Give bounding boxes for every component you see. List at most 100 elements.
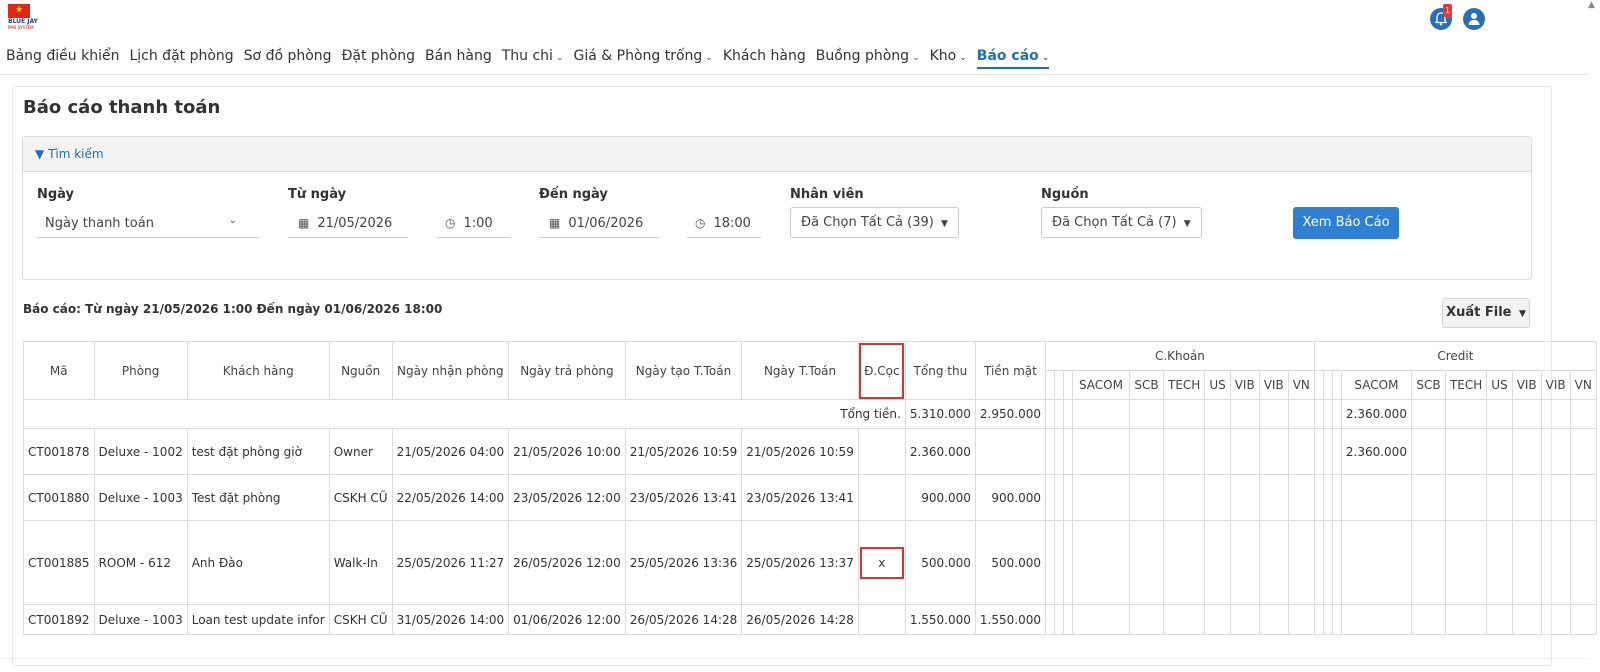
from-date-value: 21/05/2026 xyxy=(317,216,393,231)
cell-room: Deluxe - 1003 xyxy=(93,474,188,521)
from-date-label: Từ ngày xyxy=(288,187,347,202)
bank-column-header[interactable]: TECH xyxy=(1162,370,1206,400)
spacer-header xyxy=(1331,370,1342,400)
table-cell xyxy=(1287,428,1315,475)
table-cell xyxy=(1313,604,1324,635)
view-report-button[interactable]: Xem Báo Cáo xyxy=(1293,207,1399,239)
chevron-down-icon: ⌄ xyxy=(1041,53,1050,63)
user-menu-button[interactable] xyxy=(1463,8,1485,30)
nav-item[interactable]: Thu chi ⌄ xyxy=(502,48,564,64)
column-header[interactable]: Ngày T.Toán xyxy=(741,341,859,400)
table-cell xyxy=(1128,399,1164,429)
cell-cash: 500.000 xyxy=(974,520,1046,605)
table-cell xyxy=(1053,428,1064,475)
table-cell xyxy=(1410,474,1446,521)
column-header[interactable]: Tiền mặt xyxy=(974,341,1046,400)
nav-item[interactable]: Báo cáo ⌄ xyxy=(976,48,1050,69)
cell-checkin: 21/05/2026 04:00 xyxy=(391,428,510,475)
table-row[interactable]: CT001892 Deluxe - 1003 Loan test update in… xyxy=(23,604,1597,635)
column-header[interactable]: Đ.Cọc xyxy=(857,341,906,400)
search-header[interactable]: ▼ Tìm kiếm xyxy=(23,137,1531,172)
column-header[interactable]: Ngày nhận phòng xyxy=(391,341,510,400)
bank-column-header[interactable]: US xyxy=(1486,370,1513,400)
bank-column-header[interactable]: SACOM xyxy=(1071,370,1130,400)
nav-item-label: Bảng điều khiển xyxy=(6,48,120,64)
source-dropdown[interactable]: Đã Chọn Tất Cả (7) ▼ xyxy=(1041,207,1202,238)
from-time-input[interactable]: ◷ 1:00 xyxy=(437,210,511,238)
cell-paid: 26/05/2026 14:28 xyxy=(741,604,859,635)
to-date-input[interactable]: ▦ 01/06/2026 xyxy=(539,210,659,238)
table-cell xyxy=(1044,428,1055,475)
date-type-select[interactable]: Ngày thanh toán ⌄ xyxy=(37,210,259,238)
table-row[interactable]: CT001878 Deluxe - 1002 test đặt phòng giờ O… xyxy=(23,428,1597,475)
nav-item[interactable]: Đặt phòng xyxy=(342,48,415,64)
table-cell xyxy=(1258,474,1289,521)
bank-column-header[interactable]: VN xyxy=(1569,370,1597,400)
bank-column-header[interactable]: SCB xyxy=(1128,370,1164,400)
table-cell xyxy=(1313,474,1324,521)
export-file-button[interactable]: Xuất File ▼ xyxy=(1442,298,1530,328)
column-header[interactable]: Khách hàng xyxy=(186,341,330,400)
nav-item[interactable]: Khách hàng xyxy=(723,48,806,64)
nav-item-label: Thu chi xyxy=(501,48,553,64)
table-cell xyxy=(1229,604,1260,635)
bank-column-header[interactable]: VIB xyxy=(1511,370,1542,400)
table-cell xyxy=(1071,604,1130,635)
table-row[interactable]: CT001880 Deluxe - 1003 Test đặt phòng CSKH … xyxy=(23,474,1597,521)
notification-badge: 1 xyxy=(1443,4,1453,17)
cell-guest: Loan test update infor xyxy=(186,604,330,635)
bank-column-header[interactable]: VN xyxy=(1287,370,1315,400)
nav-item[interactable]: Bảng điều khiển xyxy=(6,48,119,64)
table-cell xyxy=(1258,428,1289,475)
bank-column-header[interactable]: VIB xyxy=(1229,370,1260,400)
bank-column-header[interactable]: US xyxy=(1204,370,1231,400)
cell-total: 2.360.000 xyxy=(904,428,976,475)
cell-cash: 900.000 xyxy=(974,474,1046,521)
bank-column-header[interactable]: TECH xyxy=(1444,370,1488,400)
cell-room: ROOM - 612 xyxy=(93,520,188,605)
table-cell xyxy=(1569,604,1597,635)
totals-row: Tổng tiền. 5.310.000 2.950.000 2.360.000 xyxy=(23,399,1597,429)
table-cell xyxy=(1204,520,1231,605)
column-header[interactable]: Mã xyxy=(23,341,95,400)
column-header[interactable]: Ngày tạo T.Toán xyxy=(624,341,743,400)
column-header[interactable]: Ngày trả phòng xyxy=(508,341,626,400)
nav-item[interactable]: Giá & Phòng trống ⌄ xyxy=(574,48,713,64)
bank-column-header[interactable]: SCB xyxy=(1410,370,1446,400)
nav-item[interactable]: Lịch đặt phòng xyxy=(129,48,233,64)
bank-column-header[interactable]: SACOM xyxy=(1340,370,1412,400)
scroll-up-arrow-icon[interactable]: ▲ xyxy=(1588,0,1595,10)
table-cell xyxy=(1128,428,1164,475)
table-cell xyxy=(1053,474,1064,521)
caret-down-icon: ▼ xyxy=(1519,309,1526,319)
brand-logo[interactable]: ★ BLUE JAY PMS SYSTEM xyxy=(8,4,38,34)
cell-source: CSKH CŨ xyxy=(328,604,393,635)
cell-room: Deluxe - 1002 xyxy=(93,428,188,475)
bank-column-header[interactable]: VIB xyxy=(1540,370,1571,400)
bank-column-header[interactable]: VIB xyxy=(1258,370,1289,400)
table-cell xyxy=(1486,520,1513,605)
flag-icon: ★ xyxy=(8,4,30,18)
from-date-input[interactable]: ▦ 21/05/2026 xyxy=(288,210,408,238)
table-cell xyxy=(1162,474,1206,521)
bottom-divider xyxy=(0,658,1588,659)
cell-checkout: 23/05/2026 12:00 xyxy=(508,474,626,521)
totals-cash: 2.950.000 xyxy=(974,399,1046,429)
spacer-header xyxy=(1062,370,1073,400)
column-header[interactable]: Tổng thu xyxy=(904,341,976,400)
column-header[interactable]: Nguồn xyxy=(328,341,393,400)
table-cell xyxy=(1062,474,1073,521)
table-row[interactable]: CT001885 ROOM - 612 Anh Đào Walk-In 25/05/20… xyxy=(23,520,1597,605)
table-cell xyxy=(1322,604,1333,635)
cell-code: CT001880 xyxy=(23,474,95,521)
nav-item[interactable]: Kho ⌄ xyxy=(930,48,967,64)
table-cell xyxy=(1229,520,1260,605)
table-cell xyxy=(1162,520,1206,605)
table-cell xyxy=(1331,399,1342,429)
column-header[interactable]: Phòng xyxy=(93,341,188,400)
nav-item[interactable]: Sơ đồ phòng xyxy=(244,48,332,64)
staff-dropdown[interactable]: Đã Chọn Tất Cả (39) ▼ xyxy=(790,207,959,238)
to-time-input[interactable]: ◷ 18:00 xyxy=(687,210,761,238)
nav-item[interactable]: Bán hàng xyxy=(425,48,492,64)
nav-item[interactable]: Buồng phòng ⌄ xyxy=(816,48,920,64)
